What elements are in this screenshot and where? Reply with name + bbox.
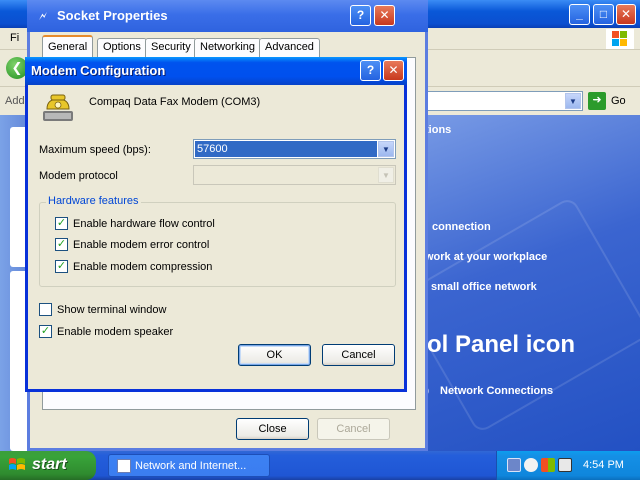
show-terminal-window-checkbox[interactable] bbox=[39, 303, 52, 316]
tab-options[interactable]: Options bbox=[97, 38, 147, 57]
modem-speaker-label[interactable]: Enable modem speaker bbox=[57, 326, 173, 338]
hardware-features-legend: Hardware features bbox=[46, 195, 141, 207]
system-tray: 4:54 PM bbox=[496, 451, 640, 480]
chevron-down-icon[interactable]: ▼ bbox=[378, 141, 394, 157]
show-terminal-window-label[interactable]: Show terminal window bbox=[57, 304, 166, 316]
go-arrow-icon[interactable]: ➜ bbox=[588, 92, 606, 110]
explorer-content-area: tions connection work at your workplace … bbox=[405, 115, 640, 451]
hardware-flow-control-checkbox[interactable]: ✓ bbox=[55, 217, 68, 230]
clock: 4:54 PM bbox=[583, 459, 624, 471]
tab-security[interactable]: Security bbox=[145, 38, 197, 57]
socket-title: Socket Properties bbox=[57, 8, 168, 23]
max-speed-value: 57600 bbox=[195, 141, 377, 157]
modem-close-icon[interactable]: ✕ bbox=[383, 60, 404, 81]
control-panel-heading: ol Panel icon bbox=[427, 331, 576, 358]
tab-advanced[interactable]: Advanced bbox=[259, 38, 320, 57]
taskbar: start Network and Internet... 4:54 PM bbox=[0, 451, 640, 480]
task-link-connection[interactable]: connection bbox=[432, 221, 491, 233]
task-link-workplace[interactable]: work at your workplace bbox=[425, 251, 547, 263]
address-label: Add bbox=[5, 95, 25, 107]
tab-general[interactable]: General bbox=[42, 35, 94, 58]
modem-protocol-label: Modem protocol bbox=[39, 170, 118, 182]
task-link-small-office[interactable]: small office network bbox=[431, 281, 537, 293]
ok-button[interactable]: OK bbox=[238, 344, 311, 366]
task-window-icon bbox=[117, 459, 131, 473]
modem-protocol-select[interactable]: ▼ bbox=[193, 165, 396, 185]
tray-icons[interactable] bbox=[541, 458, 555, 472]
modem-configuration-dialog: Modem Configuration ? ✕ Compaq Data Fax … bbox=[25, 57, 407, 392]
chevron-down-icon[interactable]: ▼ bbox=[378, 167, 394, 183]
modem-help-icon[interactable]: ? bbox=[360, 60, 381, 81]
go-button-label[interactable]: Go bbox=[611, 95, 626, 107]
task-label: Network and Internet... bbox=[135, 460, 247, 472]
modem-speaker-checkbox[interactable]: ✓ bbox=[39, 325, 52, 338]
socket-close-dialog-button[interactable]: Close bbox=[236, 418, 309, 440]
phone-modem-icon bbox=[41, 91, 75, 123]
hardware-flow-control-label[interactable]: Enable hardware flow control bbox=[73, 218, 215, 230]
content-text-tions: tions bbox=[425, 124, 452, 136]
address-input[interactable]: ▼ bbox=[420, 91, 583, 111]
cancel-button[interactable]: Cancel bbox=[322, 344, 395, 366]
address-dropdown-icon[interactable]: ▼ bbox=[565, 93, 581, 109]
network-tray-icon[interactable] bbox=[507, 458, 521, 472]
menu-file[interactable]: Fi bbox=[10, 32, 19, 44]
windows-flag-icon bbox=[8, 457, 26, 473]
socket-cancel-button[interactable]: Cancel bbox=[317, 418, 390, 440]
modem-compression-label[interactable]: Enable modem compression bbox=[73, 261, 212, 273]
modem-titlebar: Modem Configuration bbox=[25, 57, 407, 85]
max-speed-select[interactable]: 57600 ▼ bbox=[193, 139, 396, 159]
update-tray-icon[interactable] bbox=[524, 458, 538, 472]
explorer-minimize-button[interactable]: _ bbox=[569, 4, 590, 25]
start-label: start bbox=[32, 456, 67, 473]
socket-close-button[interactable]: ✕ bbox=[374, 5, 395, 26]
explorer-close-button[interactable]: ✕ bbox=[616, 4, 636, 25]
explorer-maximize-button[interactable]: □ bbox=[593, 4, 614, 25]
modem-compression-checkbox[interactable]: ✓ bbox=[55, 260, 68, 273]
socket-title-icon: 🗲 bbox=[39, 9, 47, 23]
modem-title: Modem Configuration bbox=[31, 63, 166, 78]
tab-networking[interactable]: Networking bbox=[194, 38, 262, 57]
max-speed-label: Maximum speed (bps): bbox=[39, 144, 151, 156]
start-button[interactable]: start bbox=[0, 451, 96, 480]
windows-logo-icon bbox=[606, 29, 634, 49]
socket-help-button[interactable]: ? bbox=[350, 5, 371, 26]
network-connections-link[interactable]: Network Connections bbox=[440, 385, 553, 397]
modem-error-control-label[interactable]: Enable modem error control bbox=[73, 239, 209, 251]
modem-name: Compaq Data Fax Modem (COM3) bbox=[89, 96, 261, 108]
taskbar-item-network-and-internet[interactable]: Network and Internet... bbox=[108, 454, 270, 477]
display-tray-icon[interactable] bbox=[558, 458, 572, 472]
modem-error-control-checkbox[interactable]: ✓ bbox=[55, 238, 68, 251]
